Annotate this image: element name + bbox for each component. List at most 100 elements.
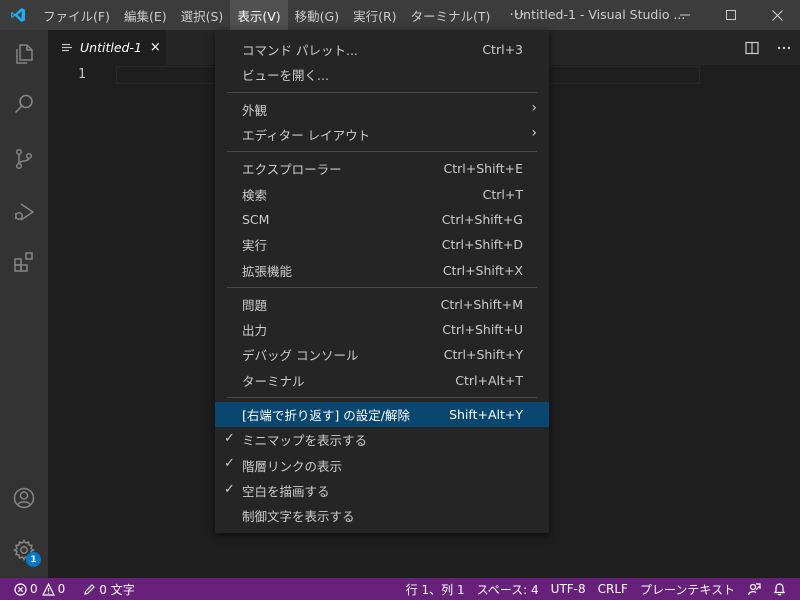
menu-item-label: 問題 <box>242 297 268 313</box>
explorer-icon[interactable] <box>0 30 48 78</box>
view-menu-item[interactable]: ✓ ミニマップを表示する <box>215 427 549 452</box>
eol-status[interactable]: CRLF <box>592 578 634 600</box>
tab-label: Untitled-1 <box>80 40 142 55</box>
view-menu-item[interactable]: 外観 › <box>215 97 549 122</box>
view-menu-item[interactable]: 問題 Ctrl+Shift+M <box>215 292 549 317</box>
more-actions-icon[interactable] <box>768 30 800 65</box>
tab-close-icon[interactable]: × <box>150 40 161 55</box>
menu-item-shortcut: Ctrl+Shift+G <box>441 211 523 227</box>
view-menu-item[interactable]: ✓ 階層リンクの表示 <box>215 452 549 477</box>
view-menu-item[interactable]: 検索 Ctrl+T <box>215 181 549 206</box>
view-menu-item[interactable]: エクスプローラー Ctrl+Shift+E <box>215 156 549 181</box>
checkmark-icon: ✓ <box>224 431 235 447</box>
close-window-button[interactable] <box>754 0 800 30</box>
maximize-button[interactable] <box>708 0 754 30</box>
view-menu-dropdown: コマンド パレット... Ctrl+3 ビューを開く... 外観 › エディター レイアウ… <box>215 30 549 533</box>
cursor-position[interactable]: 行 1、列 1 <box>400 578 471 600</box>
view-menu-item[interactable]: エディター レイアウト › <box>215 122 549 147</box>
menu-separator <box>227 396 537 398</box>
submenu-chevron-icon: › <box>531 99 537 116</box>
encoding-status[interactable]: UTF-8 <box>545 578 592 600</box>
settings-badge: 1 <box>26 552 41 567</box>
char-count-status[interactable]: 0 文字 <box>77 578 140 600</box>
warning-count: 0 <box>57 582 66 596</box>
menu-item-label: SCM <box>242 211 270 227</box>
menu-separator <box>227 91 537 93</box>
menu-run[interactable]: 実行(R) <box>346 0 403 30</box>
notifications-button[interactable] <box>767 578 792 600</box>
menu-selection[interactable]: 選択(S) <box>174 0 231 30</box>
menu-item-shortcut: Ctrl+Shift+E <box>443 161 524 177</box>
menu-item-label: コマンド パレット... <box>242 43 358 59</box>
menu-item-shortcut: Ctrl+Shift+X <box>442 262 523 278</box>
menu-go[interactable]: 移動(G) <box>288 0 346 30</box>
view-menu-item[interactable]: 拡張機能 Ctrl+Shift+X <box>215 257 549 282</box>
minimize-icon <box>680 14 690 16</box>
view-menu-item[interactable]: 実行 Ctrl+Shift+D <box>215 232 549 257</box>
menu-item-shortcut: Ctrl+Shift+Y <box>443 347 523 363</box>
menu-separator <box>227 286 537 288</box>
checkmark-icon: ✓ <box>224 456 235 472</box>
accounts-icon[interactable] <box>0 474 48 522</box>
menu-item-label: 制御文字を表示する <box>242 509 355 525</box>
menu-item-label: 空白を描画する <box>242 483 330 499</box>
menu-item-label: ミニマップを表示する <box>242 433 368 449</box>
language-mode[interactable]: プレーンテキスト <box>634 578 741 600</box>
menu-item-shortcut: Ctrl+T <box>482 186 523 202</box>
status-bar: 0 0 0 文字 行 1、列 1 スペース: 4 UTF-8 CRLF プレーン… <box>0 578 800 600</box>
bell-icon <box>773 583 786 596</box>
minimap[interactable] <box>700 65 800 578</box>
menu-item-label: 拡張機能 <box>242 263 293 279</box>
window-controls <box>662 0 800 30</box>
view-menu-item[interactable]: ターミナル Ctrl+Alt+T <box>215 368 549 393</box>
close-icon <box>771 9 783 21</box>
vscode-logo-icon <box>0 0 36 30</box>
view-menu-item[interactable]: [右端で折り返す] の設定/解除 Shift+Alt+Y <box>215 401 549 428</box>
warning-icon <box>41 582 55 596</box>
line-number: 1 <box>78 67 86 82</box>
tab-untitled-1[interactable]: Untitled-1 × <box>48 30 166 65</box>
menu-edit[interactable]: 編集(E) <box>117 0 174 30</box>
feedback-button[interactable] <box>741 578 767 600</box>
title-bar: ファイル(F) 編集(E) 選択(S) 表示(V) 移動(G) 実行(R) ター… <box>0 0 800 30</box>
menu-item-label: ターミナル <box>242 373 305 389</box>
menu-bar: ファイル(F) 編集(E) 選択(S) 表示(V) 移動(G) 実行(R) ター… <box>36 0 538 30</box>
search-icon[interactable] <box>0 80 48 128</box>
file-lines-icon <box>62 42 74 54</box>
editor-actions <box>736 30 800 65</box>
view-menu-item[interactable]: ビューを開く... <box>215 62 549 87</box>
run-debug-icon[interactable] <box>0 188 48 236</box>
settings-gear-icon[interactable]: 1 <box>0 526 48 574</box>
menu-item-shortcut: Ctrl+Alt+T <box>455 372 523 388</box>
menu-item-label: 外観 <box>242 102 268 118</box>
menu-item-shortcut: Ctrl+3 <box>482 42 523 58</box>
source-control-icon[interactable] <box>0 135 48 183</box>
char-count: 0 文字 <box>99 582 135 597</box>
error-icon <box>14 582 27 596</box>
menu-view[interactable]: 表示(V) <box>230 0 288 30</box>
menu-separator <box>227 151 537 153</box>
menu-item-shortcut: Shift+Alt+Y <box>449 407 523 422</box>
minimize-button[interactable] <box>662 0 708 30</box>
menu-item-label: ビューを開く... <box>242 68 329 84</box>
view-menu-item[interactable]: SCM Ctrl+Shift+G <box>215 207 549 232</box>
menu-terminal[interactable]: ターミナル(T) <box>404 0 498 30</box>
submenu-chevron-icon: › <box>531 124 537 141</box>
pencil-icon <box>83 583 96 596</box>
feedback-icon <box>747 583 761 596</box>
problems-status[interactable]: 0 0 <box>8 578 71 600</box>
view-menu-item[interactable]: ✓ 空白を描画する <box>215 478 549 503</box>
menu-item-label: 検索 <box>242 187 268 203</box>
menu-item-label: 出力 <box>242 323 268 339</box>
menu-item-shortcut: Ctrl+Shift+M <box>440 296 523 312</box>
menu-file[interactable]: ファイル(F) <box>36 0 117 30</box>
view-menu-item[interactable]: コマンド パレット... Ctrl+3 <box>215 37 549 62</box>
extensions-icon[interactable] <box>0 238 48 286</box>
split-editor-icon[interactable] <box>736 30 768 65</box>
indentation-status[interactable]: スペース: 4 <box>471 578 545 600</box>
menu-item-label: 実行 <box>242 238 268 254</box>
view-menu-item[interactable]: 制御文字を表示する <box>215 503 549 528</box>
view-menu-item[interactable]: デバッグ コンソール Ctrl+Shift+Y <box>215 342 549 367</box>
view-menu-item[interactable]: 出力 Ctrl+Shift+U <box>215 317 549 342</box>
menu-item-label: エディター レイアウト <box>242 128 371 144</box>
